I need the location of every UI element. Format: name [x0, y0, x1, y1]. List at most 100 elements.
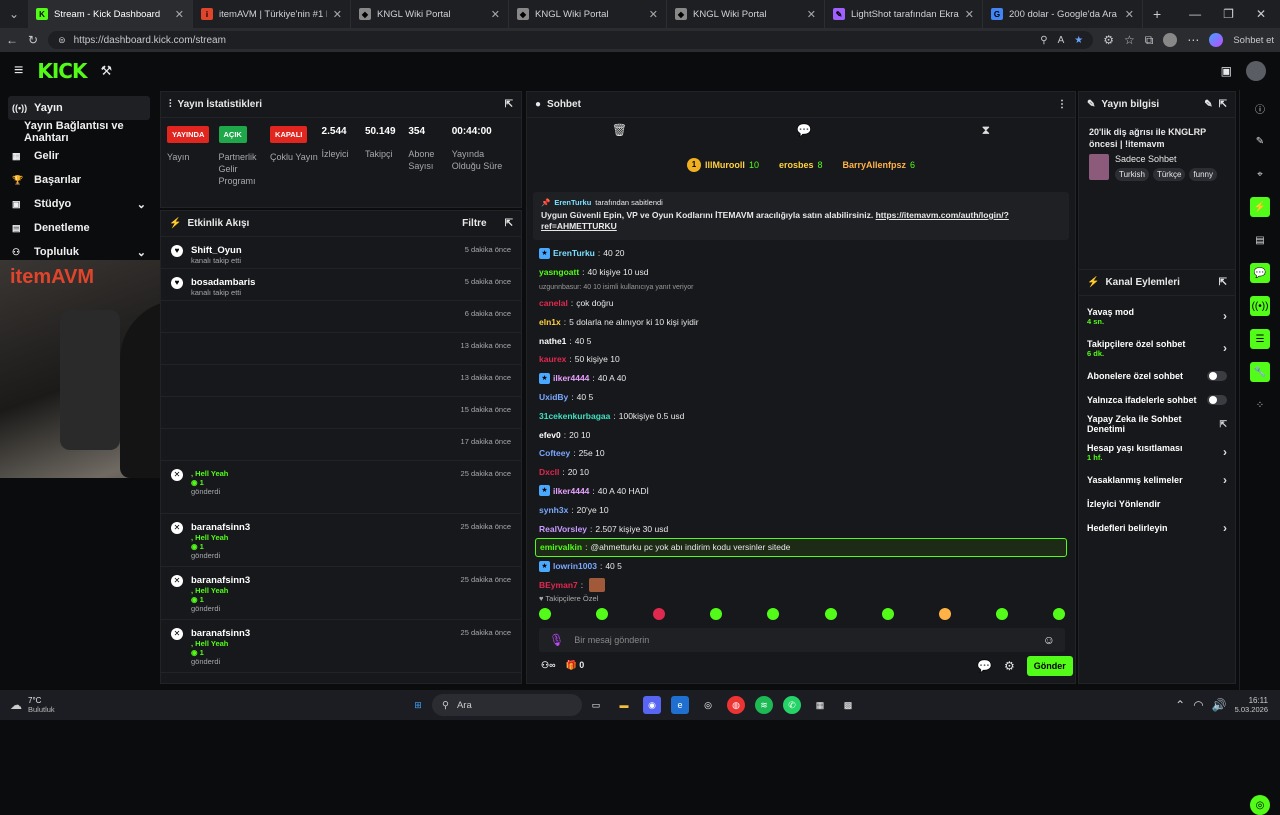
tab-close-icon[interactable]: ✕: [1125, 8, 1134, 21]
activity-user[interactable]: baranafsinn3: [191, 575, 250, 586]
chevron-down-icon[interactable]: ⌄: [137, 198, 146, 211]
browser-tab[interactable]: ◆ KNGL Wiki Portal ✕: [509, 0, 667, 28]
copilot-icon[interactable]: [1209, 33, 1224, 47]
pinned-message[interactable]: 📌 ErenTurku tarafından sabitlendi Uygun Gü…: [533, 192, 1069, 240]
activity-item[interactable]: 6 dakika önce: [161, 301, 521, 333]
settings-icon[interactable]: ⚙: [1004, 659, 1015, 673]
tab-close-icon[interactable]: ✕: [491, 8, 500, 21]
activity-user[interactable]: Shift_Oyun: [191, 245, 242, 256]
channel-action[interactable]: Hesap yaşı kısıtlaması 1 hf. ›: [1079, 436, 1235, 468]
leaderboard-entry[interactable]: 1 lllMurooll 10: [686, 158, 759, 172]
sidebar-item[interactable]: ▣ Stüdyo ⌄: [0, 192, 158, 216]
whatsapp-icon[interactable]: ✆: [783, 696, 801, 714]
chat-username[interactable]: BEyman7: [539, 580, 578, 590]
chat-options-icon[interactable]: 💬: [977, 659, 992, 673]
volume-icon[interactable]: 🔊: [1212, 698, 1227, 712]
tab-close-icon[interactable]: ✕: [807, 8, 816, 21]
chat-username[interactable]: nathe1: [539, 336, 566, 346]
chat-more-icon[interactable]: ⋮: [1057, 99, 1067, 110]
sidebar-item[interactable]: ▦ Gelir: [0, 144, 158, 168]
favorites-icon[interactable]: ☆: [1124, 33, 1135, 47]
spotify-icon[interactable]: ≋: [755, 696, 773, 714]
info-circle-icon[interactable]: ⓘ: [1250, 98, 1270, 118]
tab-close-icon[interactable]: ✕: [965, 8, 974, 21]
chat-username[interactable]: emirvalkin: [540, 542, 582, 552]
emote-icon[interactable]: [539, 608, 551, 620]
chat-message[interactable]: RealVorsley:2.507 kişiye 30 usd: [527, 519, 1075, 538]
activity-item[interactable]: ✕ baranafsinn3, Hell Yeah ◉ 1 gönderdi 25 da…: [161, 567, 521, 620]
tag-chip[interactable]: Türkçe: [1152, 168, 1186, 181]
broadcast-rail-icon[interactable]: ((•)): [1250, 296, 1270, 316]
browser-tab[interactable]: ◆ KNGL Wiki Portal ✕: [667, 0, 825, 28]
chat-message[interactable]: Dxcll:20 10: [527, 463, 1075, 482]
activity-item[interactable]: 13 dakika önce: [161, 333, 521, 365]
chat-label[interactable]: Sohbet et: [1233, 35, 1274, 46]
emote-icon[interactable]: [767, 608, 780, 620]
chat-message[interactable]: Cofteey:25e 10: [527, 444, 1075, 463]
tag-chip[interactable]: funny: [1189, 168, 1217, 181]
tray-chevron-icon[interactable]: ⌃: [1175, 698, 1185, 712]
chevron-right-icon[interactable]: ›: [1223, 341, 1227, 355]
category-name[interactable]: Sadece Sohbet: [1115, 154, 1217, 164]
chat-message[interactable]: ★ ilker4444:40 A 40: [527, 369, 1075, 388]
edge-icon[interactable]: e: [671, 696, 689, 714]
taskbar-search[interactable]: ⚲ Ara: [432, 694, 582, 716]
clipboard-icon[interactable]: ▤: [1250, 230, 1270, 250]
dots-icon[interactable]: ⁘: [1250, 395, 1270, 415]
channel-action[interactable]: Yapay Zeka ile Sohbet Denetimi ⇱: [1079, 412, 1235, 436]
activity-user[interactable]: bosadambaris: [191, 277, 255, 288]
tag-chip[interactable]: Turkish: [1115, 168, 1149, 181]
chat-username[interactable]: canelal: [539, 298, 568, 308]
browser-tab[interactable]: K Stream - Kick Dashboard ✕: [28, 0, 193, 28]
clock-date[interactable]: 5.03.2026: [1235, 705, 1268, 714]
chat-username[interactable]: synh3x: [539, 505, 568, 515]
wrench-icon[interactable]: 🔧: [1250, 362, 1270, 382]
chat-input[interactable]: 🎙 Bir mesaj gönderin ☺: [539, 628, 1065, 652]
minimize-icon[interactable]: —: [1189, 7, 1201, 21]
emote-icon[interactable]: [596, 608, 609, 620]
channel-action[interactable]: Takipçilere özel sohbet 6 dk. ›: [1079, 332, 1235, 364]
chat-message[interactable]: canelal: çok doğru: [527, 294, 1075, 313]
activity-item[interactable]: 15 dakika önce: [161, 397, 521, 429]
support-icon[interactable]: ◎: [1250, 795, 1270, 815]
calculator-icon[interactable]: ▩: [839, 696, 857, 714]
external-link-icon[interactable]: ⇱: [1219, 419, 1227, 430]
collections-icon[interactable]: ⧉: [1145, 33, 1154, 48]
weather-widget[interactable]: ☁ 7°C Bulutluk: [0, 696, 140, 714]
emote-icon[interactable]: [1052, 608, 1065, 620]
emote-icon[interactable]: [653, 608, 666, 620]
activity-item[interactable]: ✕ baranafsinn3, Hell Yeah ◉ 1 gönderdi 25 da…: [161, 514, 521, 567]
chat-message[interactable]: emirvalkin: @ahmetturku pc yok abı indiri…: [535, 537, 1067, 557]
steam-icon[interactable]: ◎: [699, 696, 717, 714]
tab-close-icon[interactable]: ✕: [175, 8, 184, 21]
chat-username[interactable]: lowrin1003: [553, 561, 597, 571]
reload-icon[interactable]: ↻: [28, 33, 38, 47]
chevron-right-icon[interactable]: ›: [1223, 473, 1227, 487]
chat-message[interactable]: efev0:20 10: [527, 425, 1075, 444]
notepad-icon[interactable]: ▦: [811, 696, 829, 714]
emote-icon[interactable]: [710, 608, 723, 620]
leaderboard-entry[interactable]: erosbes 8: [779, 160, 823, 170]
studio-icon[interactable]: ▣: [1221, 64, 1232, 78]
chat-message[interactable]: ★ ErenTurku:40 20: [527, 244, 1075, 263]
discord-icon[interactable]: ◉: [643, 696, 661, 714]
chevron-right-icon[interactable]: ›: [1223, 521, 1227, 535]
url-field[interactable]: ⊜ https://dashboard.kick.com/stream ⚲ A …: [48, 31, 1094, 49]
extensions-icon[interactable]: ⚙: [1103, 33, 1114, 47]
channel-action[interactable]: Yalnızca ifadelerle sohbet: [1079, 388, 1235, 412]
chat-message[interactable]: synh3x:20'ye 10: [527, 500, 1075, 519]
chat-message[interactable]: 31cekenkurbagaa:100kişiye 0.5 usd: [527, 406, 1075, 425]
chat-username[interactable]: ilker4444: [553, 373, 589, 383]
browser-tab[interactable]: G 200 dolar - Google'da Ara ✕: [983, 0, 1143, 28]
emoji-icon[interactable]: ☺: [1043, 633, 1055, 647]
chevron-right-icon[interactable]: ›: [1223, 445, 1227, 459]
chat-username[interactable]: RealVorsley: [539, 524, 587, 534]
send-button[interactable]: Gönder: [1026, 656, 1073, 676]
chat-message[interactable]: ★ ilker4444:40 A 40 HADİ: [527, 482, 1075, 501]
channel-action[interactable]: Yavaş mod 4 sn. ›: [1079, 300, 1235, 332]
toggle-switch[interactable]: [1207, 395, 1227, 405]
activity-item[interactable]: 13 dakika önce: [161, 365, 521, 397]
tab-close-icon[interactable]: ✕: [649, 8, 658, 21]
chat-bubble-icon[interactable]: 💬: [797, 123, 812, 137]
edit-icon[interactable]: ✎: [1204, 99, 1212, 110]
